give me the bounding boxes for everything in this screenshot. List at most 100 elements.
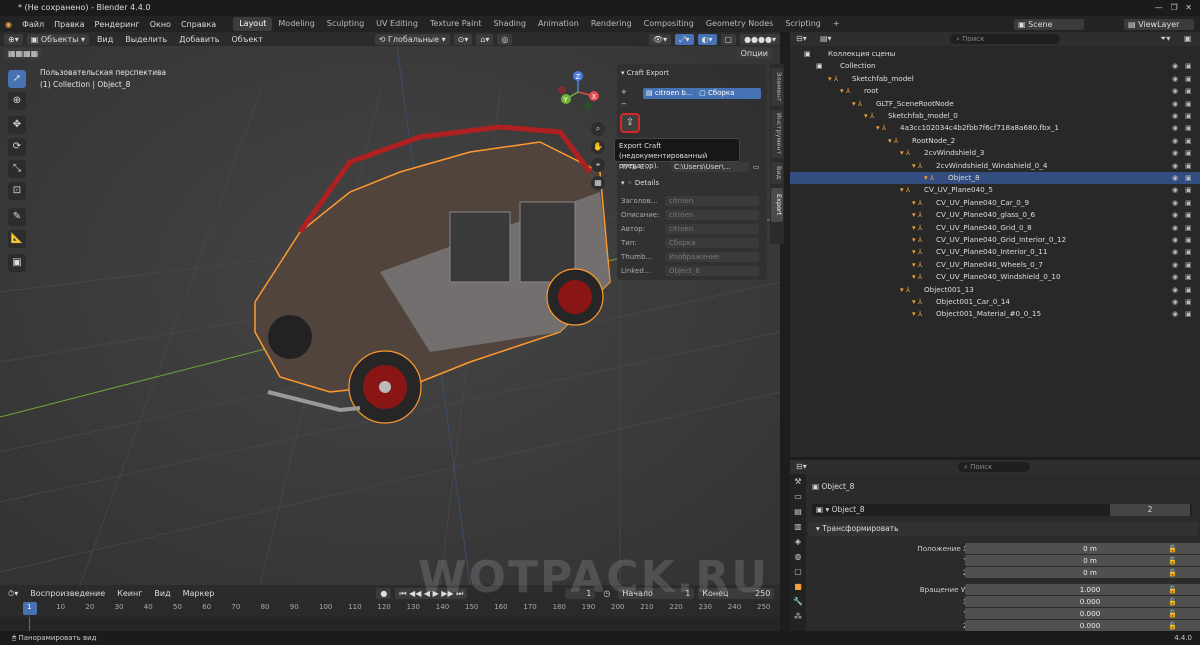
visibility-eye-icon[interactable]: ◉	[1172, 147, 1178, 159]
menu-timeline-view[interactable]: Вид	[150, 588, 174, 599]
timeline-ruler[interactable]: 1 10 20 30 40 50 60 70 80 90 100 110 120 130 140 150 160…	[0, 601, 780, 617]
visibility-eye-icon[interactable]: ◉	[1172, 184, 1178, 196]
shading-solid-icon[interactable]: ●●●●▾	[740, 33, 780, 45]
filter-icon[interactable]: ⏷▾	[1160, 34, 1170, 44]
render-camera-icon[interactable]: ▣	[1185, 147, 1192, 159]
rotation-z-field[interactable]: 0.000	[965, 620, 1200, 631]
cursor-tool-icon[interactable]: ⊕	[8, 92, 26, 110]
tab-shading[interactable]: Shading	[488, 17, 533, 31]
lock-icon[interactable]: 🔓	[1168, 596, 1177, 608]
visibility-eye-icon[interactable]: ◉	[1172, 122, 1178, 134]
add-workspace-button[interactable]: +	[827, 17, 846, 31]
menu-add[interactable]: Добавить	[175, 34, 223, 45]
detail-description-field[interactable]: citroen	[665, 210, 759, 220]
remove-item-icon[interactable]: −	[621, 98, 631, 110]
craft-list-item[interactable]: ▤ citroen b... ▢ Сборка	[643, 88, 761, 99]
options-button[interactable]: Опции	[736, 47, 772, 59]
outliner-row[interactable]: ▾ ⅄ CV_UV_Plane040_5 ◉ ▣	[790, 184, 1200, 196]
location-y-field[interactable]: 0 m	[965, 555, 1200, 566]
visibility-eye-icon[interactable]: ◉	[1172, 110, 1178, 122]
visibility-eye-icon[interactable]: ◉	[1172, 85, 1178, 97]
render-props-icon[interactable]: ▭	[790, 489, 806, 504]
tab-item[interactable]: Элемент	[771, 68, 783, 106]
outliner-row[interactable]: ▾ ⅄ CV_UV_Plane040_Windshield_0_10 ◉ ▣	[790, 271, 1200, 283]
visibility-eye-icon[interactable]: ◉	[1172, 271, 1178, 283]
visibility-eye-icon[interactable]: ◉	[1172, 172, 1178, 184]
visibility-eye-icon[interactable]: ◉	[1172, 60, 1178, 72]
visibility-eye-icon[interactable]: ◉	[1172, 197, 1178, 209]
menu-edit[interactable]: Правка	[49, 20, 89, 29]
user-count[interactable]: 2	[1110, 504, 1190, 516]
outliner-editor-icon[interactable]: ⊟▾	[796, 34, 807, 43]
outliner-row[interactable]: ▾ ⅄ 4a3cc102034c4b2fbb7f6cf718a8a680.fbx_…	[790, 122, 1200, 134]
outliner-row[interactable]: ▾ ⅄ CV_UV_Plane040_Car_0_9 ◉ ▣	[790, 197, 1200, 209]
tab-compositing[interactable]: Compositing	[638, 17, 700, 31]
location-x-field[interactable]: 0 m	[965, 543, 1200, 554]
scene-selector[interactable]: ▣ Scene	[1014, 18, 1084, 30]
add-item-icon[interactable]: +	[621, 86, 631, 98]
outliner-row[interactable]: ▾ ⅄ CV_UV_Plane040_Grid_Interior_0_12 ◉ ▣	[790, 234, 1200, 246]
outliner-row[interactable]: ▾ ⅄ root ◉ ▣	[790, 85, 1200, 97]
pan-hand-icon[interactable]: ✋	[591, 140, 605, 154]
tab-scripting[interactable]: Scripting	[779, 17, 827, 31]
rotation-y-field[interactable]: 0.000	[965, 608, 1200, 619]
properties-editor-icon[interactable]: ⊟▾	[796, 462, 807, 471]
output-props-icon[interactable]: ▤	[790, 504, 806, 519]
tab-export[interactable]: Export	[771, 188, 783, 222]
render-camera-icon[interactable]: ▣	[1185, 271, 1192, 283]
measure-tool-icon[interactable]: 📐	[8, 230, 26, 248]
menu-playback[interactable]: Воспроизведение	[26, 588, 109, 599]
timeline-editor-icon[interactable]: ⏱▾	[4, 588, 22, 599]
visibility-eye-icon[interactable]: ◉	[1172, 308, 1178, 320]
render-camera-icon[interactable]: ▣	[1185, 60, 1192, 72]
overlay-toggle-icon[interactable]: ◐▾	[697, 33, 717, 45]
render-camera-icon[interactable]: ▣	[1185, 122, 1192, 134]
navigation-gizmo[interactable]: X Z Y	[556, 68, 606, 114]
outliner-row[interactable]: ▾ ⅄ 2cvWindshield_Windshield_0_4 ◉ ▣	[790, 160, 1200, 172]
object-name-field[interactable]: ▣ ▾ Object_8	[816, 505, 865, 514]
window-controls[interactable]: — ❐ ✕	[1155, 0, 1192, 16]
scene-props-icon[interactable]: ◈	[790, 534, 806, 549]
render-camera-icon[interactable]: ▣	[1185, 259, 1192, 271]
render-camera-icon[interactable]: ▣	[1185, 135, 1192, 147]
mode-selector[interactable]: ▣ Объекты ▾	[26, 33, 90, 45]
move-tool-icon[interactable]: ✥	[8, 116, 26, 134]
outliner-row[interactable]: ▾ ⅄ Object001_13 ◉ ▣	[790, 284, 1200, 296]
render-camera-icon[interactable]: ▣	[1185, 160, 1192, 172]
outliner-search-input[interactable]: ⌕ Поиск	[950, 34, 1060, 44]
outliner-row[interactable]: ▣ Коллекция сцены	[790, 48, 1200, 60]
outliner-row[interactable]: ▾ ⅄ 2cvWindshield_3 ◉ ▣	[790, 147, 1200, 159]
tool-props-icon[interactable]: ⚒	[790, 474, 806, 489]
proportional-edit-icon[interactable]: ◎	[497, 33, 513, 45]
outliner-row[interactable]: ▾ ⅄ Object_8 ◉ ▣	[790, 172, 1200, 185]
location-z-field[interactable]: 0 m	[965, 567, 1200, 578]
detail-author-field[interactable]: citroen	[665, 224, 759, 234]
outliner-row[interactable]: ▾ ⅄ Sketchfab_model_0 ◉ ▣	[790, 110, 1200, 122]
visibility-eye-icon[interactable]: ◉	[1172, 259, 1178, 271]
outliner-row[interactable]: ▾ ⅄ CV_UV_Plane040_glass_0_6 ◉ ▣	[790, 209, 1200, 221]
render-camera-icon[interactable]: ▣	[1185, 246, 1192, 258]
timeline-body[interactable]	[0, 617, 780, 631]
detail-thumbnail-field[interactable]: Изображение	[665, 252, 759, 262]
new-collection-icon[interactable]: ▣	[1184, 34, 1192, 43]
outliner-row[interactable]: ▾ ⅄ CV_UV_Plane040_Interior_0_11 ◉ ▣	[790, 246, 1200, 258]
render-camera-icon[interactable]: ▣	[1185, 296, 1192, 308]
details-header[interactable]: ▾ ⁘ Details	[621, 177, 763, 189]
blender-logo-icon[interactable]: ◉	[0, 20, 17, 29]
view-layer-selector[interactable]: ▤ ViewLayer	[1124, 18, 1194, 30]
scale-tool-icon[interactable]: ⤡	[8, 160, 26, 178]
gizmo-toggle-icon[interactable]: ⤢▾	[675, 33, 694, 45]
menu-select[interactable]: Выделить	[121, 34, 171, 45]
tab-texture-paint[interactable]: Texture Paint	[424, 17, 488, 31]
folder-icon[interactable]: ▭	[753, 161, 760, 173]
modifier-props-icon[interactable]: 🔧	[790, 594, 806, 609]
tab-view[interactable]: Вид	[771, 162, 783, 184]
view-layer-props-icon[interactable]: ▥	[790, 519, 806, 534]
visibility-eye-icon[interactable]: ◉	[1172, 135, 1178, 147]
particles-props-icon[interactable]: ⁂	[790, 609, 806, 624]
outliner-row[interactable]: ▾ ⅄ Object001_Car_0_14 ◉ ▣	[790, 296, 1200, 308]
editor-type-button[interactable]: ⊕▾	[4, 33, 23, 45]
tab-geometry-nodes[interactable]: Geometry Nodes	[700, 17, 779, 31]
visibility-eye-icon[interactable]: ◉	[1172, 296, 1178, 308]
lock-icon[interactable]: 🔓	[1168, 584, 1177, 596]
